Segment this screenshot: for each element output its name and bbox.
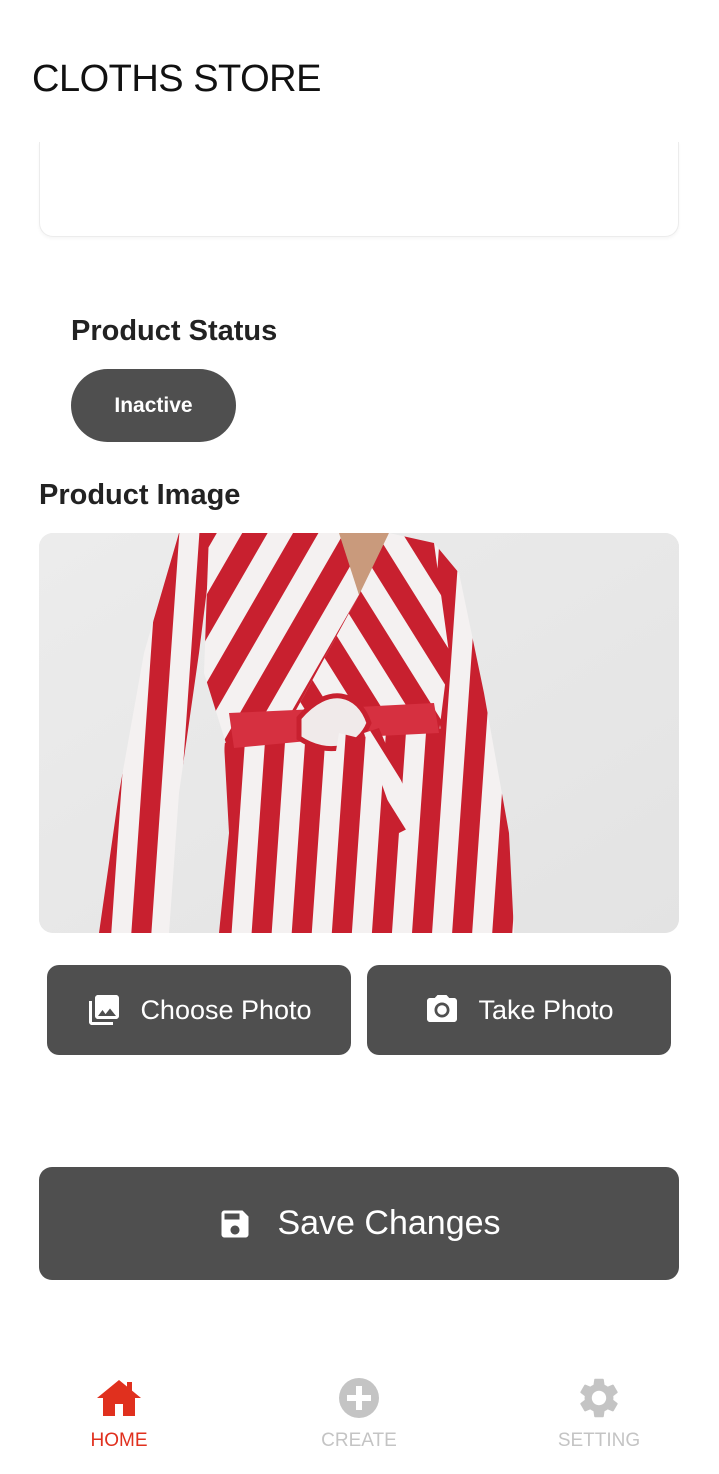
bottom-navigation: HOME CREATE SETTING [0, 1360, 719, 1474]
status-toggle-button[interactable]: Inactive [71, 369, 236, 442]
floppy-disk-icon [217, 1206, 253, 1242]
photo-library-icon [86, 992, 122, 1028]
nav-label-create: CREATE [321, 1430, 397, 1451]
choose-photo-button[interactable]: Choose Photo [47, 965, 351, 1055]
nav-label-setting: SETTING [557, 1430, 641, 1451]
home-icon [95, 1374, 143, 1422]
camera-icon [424, 992, 460, 1028]
choose-photo-label: Choose Photo [140, 994, 312, 1025]
description-card[interactable] [39, 142, 679, 237]
save-changes-button[interactable]: Save Changes [39, 1167, 679, 1280]
nav-item-setting[interactable]: SETTING [519, 1374, 679, 1452]
gear-icon [575, 1374, 623, 1422]
nav-item-create[interactable]: CREATE [279, 1374, 439, 1452]
nav-label-home: HOME [90, 1430, 148, 1451]
save-changes-label: Save Changes [277, 1204, 501, 1242]
take-photo-label: Take Photo [478, 994, 614, 1025]
nav-item-home[interactable]: HOME [39, 1374, 199, 1452]
plus-circle-icon [335, 1374, 383, 1422]
take-photo-button[interactable]: Take Photo [367, 965, 671, 1055]
product-image [39, 533, 679, 933]
product-image-label: Product Image [39, 479, 241, 511]
product-status-label: Product Status [71, 315, 278, 347]
app-title: CLOTHS STORE [32, 58, 321, 100]
